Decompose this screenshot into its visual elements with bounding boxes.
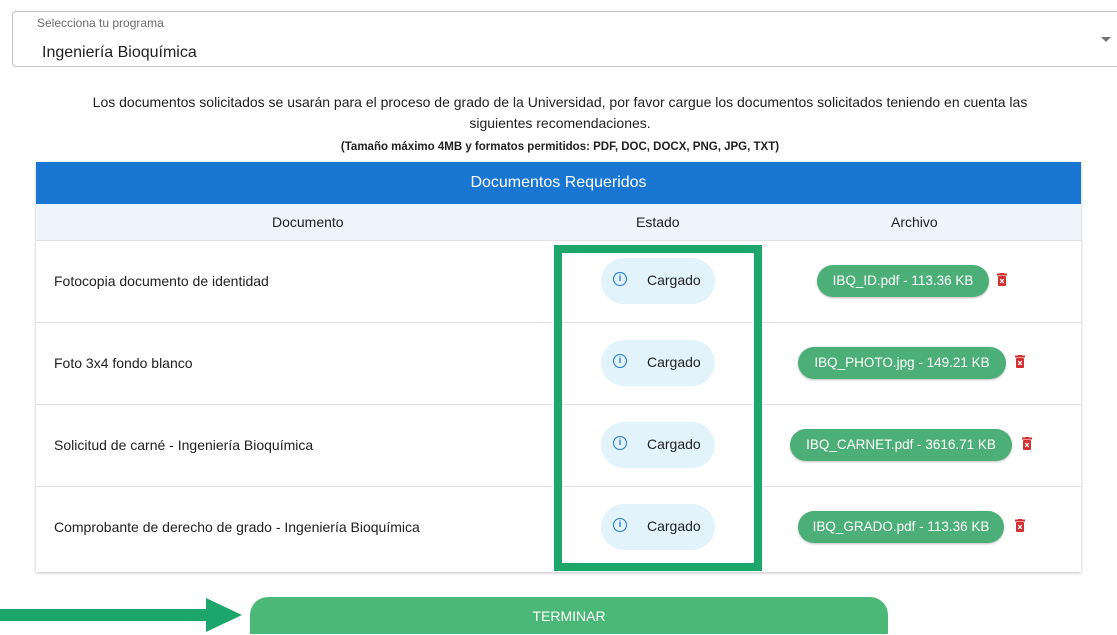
column-header-documento: Documento xyxy=(272,214,344,230)
file-chip[interactable]: IBQ_PHOTO.jpg - 149.21 KB xyxy=(798,347,1006,379)
program-select-value: Ingeniería Bioquímica xyxy=(42,44,197,61)
program-select[interactable]: Selecciona tu programa Ingeniería Bioquí… xyxy=(12,11,1117,67)
instructions-line-1: Los documentos solicitados se usarán par… xyxy=(92,94,1028,110)
instructions-text: Los documentos solicitados se usarán par… xyxy=(40,92,1080,134)
table-title: Documentos Requeridos xyxy=(36,162,1081,204)
document-name: Foto 3x4 fondo blanco xyxy=(54,355,193,371)
file-chip[interactable]: IBQ_GRADO.pdf - 113.36 KB xyxy=(798,511,1004,543)
trash-icon[interactable] xyxy=(997,273,1007,286)
document-name: Comprobante de derecho de grado - Ingeni… xyxy=(54,519,420,535)
column-header-estado: Estado xyxy=(636,214,680,230)
document-name: Fotocopia documento de identidad xyxy=(54,273,269,289)
column-header-archivo: Archivo xyxy=(891,214,938,230)
table-header-row: Documento Estado Archivo xyxy=(36,204,1081,241)
program-select-label: Selecciona tu programa xyxy=(33,16,168,30)
file-limits-note: (Tamaño máximo 4MB y formatos permitidos… xyxy=(340,141,780,153)
instructions-line-2: siguientes recomendaciones. xyxy=(469,115,651,131)
file-chip[interactable]: IBQ_ID.pdf - 113.36 KB xyxy=(817,265,989,297)
document-name: Solicitud de carné - Ingeniería Bioquími… xyxy=(54,437,314,453)
caret-down-icon[interactable] xyxy=(1101,37,1111,42)
finish-button[interactable]: TERMINAR xyxy=(250,597,888,634)
file-chip[interactable]: IBQ_CARNET.pdf - 3616.71 KB xyxy=(790,429,1012,461)
status-column-highlight xyxy=(554,245,762,571)
trash-icon[interactable] xyxy=(1015,519,1025,532)
trash-icon[interactable] xyxy=(1022,437,1032,450)
arrow-right-icon xyxy=(0,598,242,632)
trash-icon[interactable] xyxy=(1015,355,1025,368)
